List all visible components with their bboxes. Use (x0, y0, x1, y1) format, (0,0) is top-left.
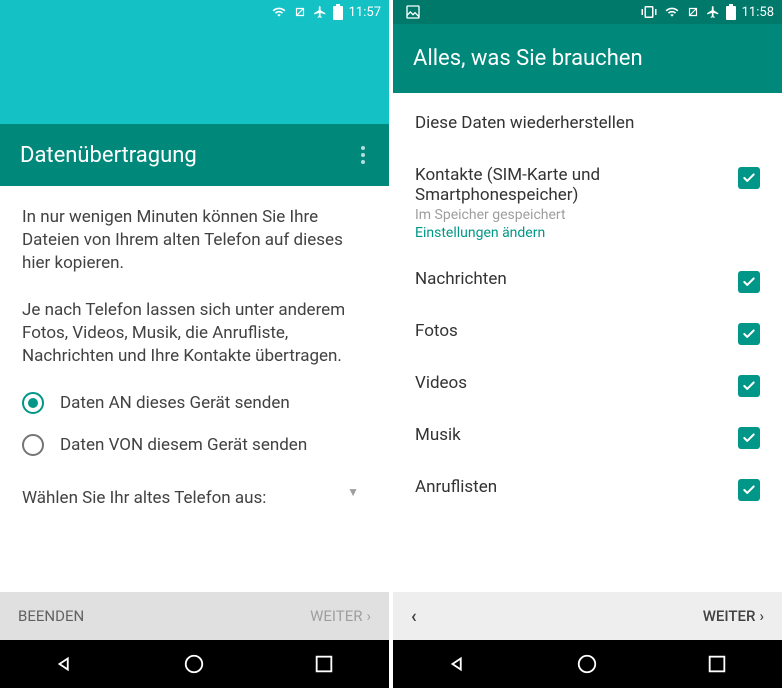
wifi-icon (271, 5, 287, 19)
restore-heading: Diese Daten wiederherstellen (415, 113, 760, 133)
signal-icon (293, 5, 307, 19)
checkbox-checked-icon[interactable] (738, 479, 760, 501)
next-label: WEITER (703, 607, 756, 625)
list-item[interactable]: Fotos (415, 307, 760, 359)
item-label: Kontakte (SIM-Karte und Smartphonespeich… (415, 165, 726, 205)
radio-option-to[interactable]: Daten AN dieses Gerät senden (22, 392, 367, 414)
nav-back-icon[interactable] (54, 653, 76, 675)
nav-recent-icon[interactable] (706, 653, 728, 675)
checkbox-checked-icon[interactable] (738, 323, 760, 345)
more-icon[interactable] (357, 142, 369, 168)
list-item[interactable]: Kontakte (SIM-Karte und Smartphonespeich… (415, 151, 760, 255)
item-text: Anruflisten (415, 477, 738, 497)
list-item[interactable]: Videos (415, 359, 760, 411)
intro-text-2: Je nach Telefon lassen sich unter andere… (22, 299, 367, 368)
chevron-right-icon: › (759, 607, 764, 625)
item-text: Fotos (415, 321, 738, 341)
content-area: Diese Daten wiederherstellen Kontakte (S… (393, 93, 782, 592)
checkbox-checked-icon[interactable] (738, 427, 760, 449)
list-item[interactable]: Musik (415, 411, 760, 463)
header-banner (0, 24, 389, 124)
image-icon (405, 4, 421, 20)
chevron-right-icon: › (366, 607, 371, 625)
next-button[interactable]: WEITER › (310, 607, 371, 625)
checkbox-checked-icon[interactable] (738, 167, 760, 189)
chevron-down-icon: ▼ (347, 485, 359, 499)
battery-icon (726, 4, 736, 20)
item-label: Anruflisten (415, 477, 726, 497)
content-area: In nur wenigen Minuten können Sie Ihre D… (0, 186, 389, 592)
airplane-icon (313, 5, 327, 19)
checkbox-checked-icon[interactable] (738, 375, 760, 397)
battery-icon (333, 4, 343, 20)
title-bar: Datenübertragung (0, 124, 389, 186)
bottom-bar: BEENDEN WEITER › (0, 592, 389, 640)
airplane-icon (706, 5, 720, 19)
item-text: Nachrichten (415, 269, 738, 289)
vibrate-icon (640, 5, 658, 19)
item-text: Kontakte (SIM-Karte und Smartphonespeich… (415, 165, 738, 241)
checkbox-checked-icon[interactable] (738, 271, 760, 293)
select-label: Wählen Sie Ihr altes Telefon aus: (22, 488, 266, 508)
item-label: Videos (415, 373, 726, 393)
wifi-icon (664, 5, 680, 19)
quit-button[interactable]: BEENDEN (18, 607, 84, 625)
nav-home-icon[interactable] (576, 653, 598, 675)
radio-option-from[interactable]: Daten VON diesem Gerät senden (22, 434, 367, 456)
back-button[interactable]: ‹ (411, 606, 417, 627)
status-bar: 11:58 (393, 0, 782, 24)
navigation-bar (0, 640, 389, 688)
old-phone-select[interactable]: Wählen Sie Ihr altes Telefon aus: ▼ (22, 476, 367, 508)
item-text: Videos (415, 373, 738, 393)
phone-screen-1: 11:57 Datenübertragung In nur wenigen Mi… (0, 0, 389, 688)
next-label: WEITER (310, 607, 362, 625)
nav-back-icon[interactable] (447, 653, 469, 675)
navigation-bar (393, 640, 782, 688)
item-sub: Im Speicher gespeichert (415, 207, 726, 223)
restore-list: Kontakte (SIM-Karte und Smartphonespeich… (415, 151, 760, 515)
item-text: Musik (415, 425, 738, 445)
item-settings-link[interactable]: Einstellungen ändern (415, 225, 726, 241)
page-title: Alles, was Sie brauchen (413, 46, 643, 71)
page-title: Datenübertragung (20, 143, 197, 168)
signal-icon (686, 5, 700, 19)
status-bar: 11:57 (0, 0, 389, 24)
item-label: Fotos (415, 321, 726, 341)
intro-text-1: In nur wenigen Minuten können Sie Ihre D… (22, 206, 367, 275)
item-label: Musik (415, 425, 726, 445)
radio-label: Daten VON diesem Gerät senden (60, 435, 307, 455)
status-time: 11:57 (349, 5, 381, 20)
radio-selected-icon (22, 392, 44, 414)
next-button[interactable]: WEITER › (703, 607, 764, 625)
title-bar: Alles, was Sie brauchen (393, 24, 782, 93)
status-time: 11:58 (742, 5, 774, 20)
nav-home-icon[interactable] (183, 653, 205, 675)
item-label: Nachrichten (415, 269, 726, 289)
radio-unselected-icon (22, 434, 44, 456)
list-item[interactable]: Nachrichten (415, 255, 760, 307)
phone-screen-2: 11:58 Alles, was Sie brauchen Diese Date… (393, 0, 782, 688)
list-item[interactable]: Anruflisten (415, 463, 760, 515)
nav-recent-icon[interactable] (313, 653, 335, 675)
radio-label: Daten AN dieses Gerät senden (60, 393, 290, 413)
bottom-bar: ‹ WEITER › (393, 592, 782, 640)
